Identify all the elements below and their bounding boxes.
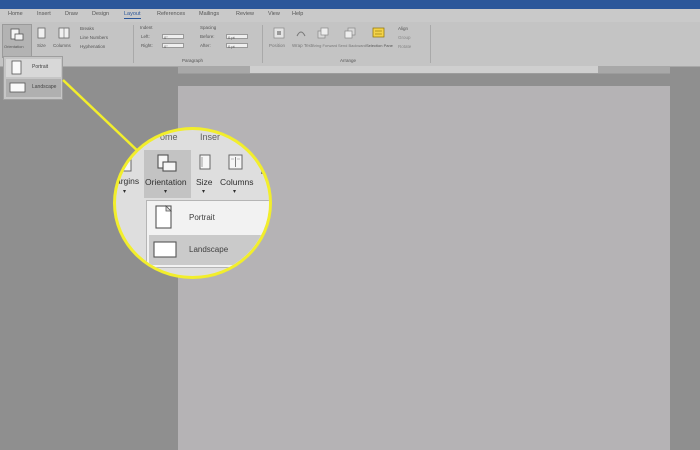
orientation-icon (157, 154, 177, 172)
magnified-tab-home: ome (160, 132, 178, 142)
magnified-tab-insert: Inser (200, 132, 221, 142)
magnified-margins-label: argins (116, 176, 140, 186)
magnified-portrait-label: Portrait (189, 213, 215, 222)
magnified-landscape-label: Landscape (189, 245, 229, 254)
magnified-landscape-option[interactable]: Landscape (149, 235, 269, 265)
magnified-orientation-dropdown: Portrait Landscape (146, 200, 269, 268)
magnified-portrait-option[interactable]: Portrait (149, 203, 269, 233)
magnified-orientation-label: Orientation (145, 177, 187, 187)
magnified-breaks-partial: b (261, 170, 265, 176)
magnified-orientation-button[interactable]: Orientation ▾ (144, 150, 191, 198)
callout-line (62, 79, 143, 156)
columns-icon (228, 154, 243, 170)
chevron-down-icon: ▾ (123, 189, 127, 195)
portrait-icon (155, 205, 172, 229)
chevron-down-icon: ▾ (202, 189, 206, 195)
zoom-magnifier: ome Inser argins ▾ Orientation ▾ Size ▾ … (113, 127, 272, 279)
chevron-down-icon: ▾ (233, 189, 237, 195)
magnified-columns-label: Columns (220, 177, 254, 187)
landscape-icon (153, 241, 177, 258)
magnified-page-setup-partial: e (229, 270, 233, 276)
chevron-down-icon: ▾ (164, 189, 168, 195)
size-icon (199, 154, 211, 170)
magnified-size-label: Size (196, 177, 213, 187)
margins-icon (120, 156, 132, 172)
